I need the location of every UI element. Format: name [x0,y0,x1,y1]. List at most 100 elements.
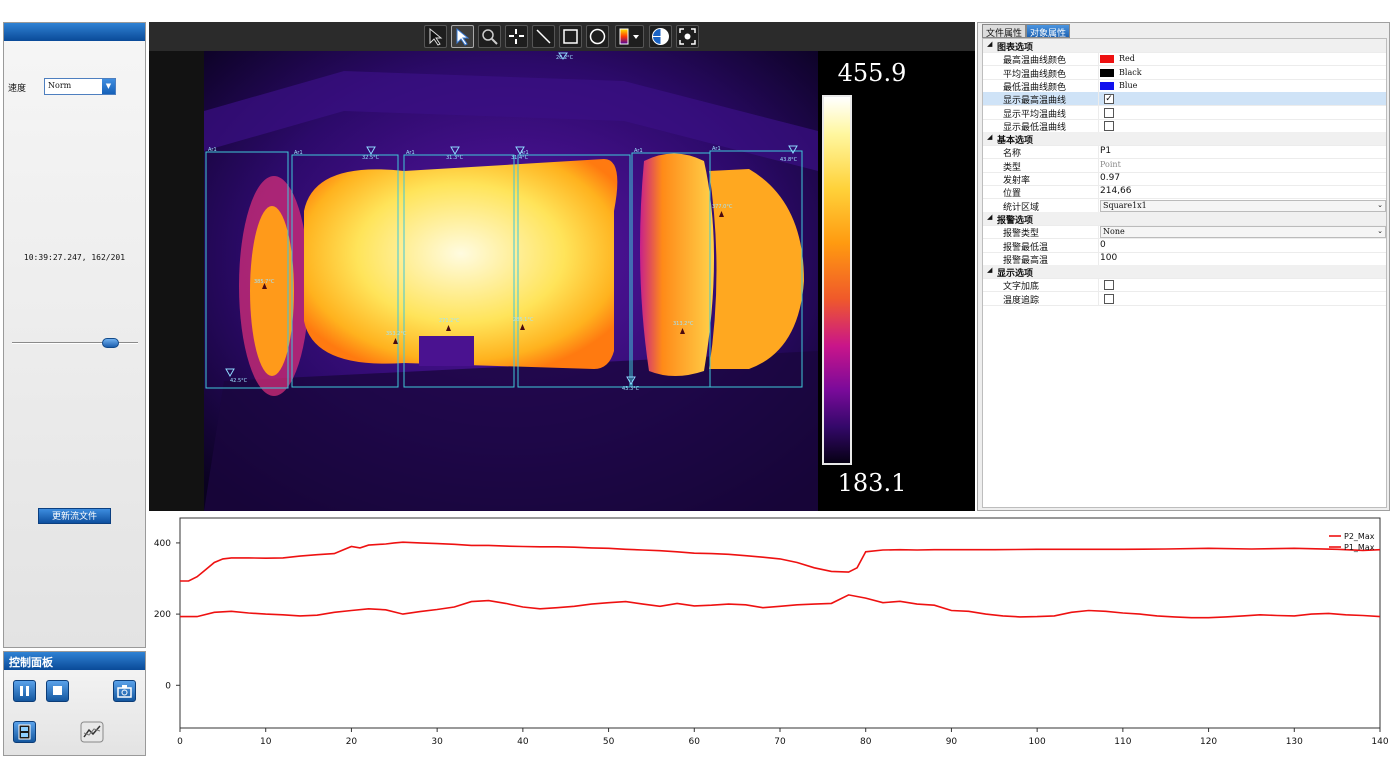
y-tick-label: 0 [165,681,171,691]
x-tick-label: 30 [431,737,443,747]
rectangle-tool-icon [563,29,578,44]
property-value[interactable]: P1 [1100,146,1111,156]
pan-tool[interactable] [505,25,528,48]
property-value[interactable]: 214,66 [1100,186,1132,196]
property-value[interactable]: 0 [1100,240,1106,250]
property-row[interactable]: 报警最低温 0 [983,238,1386,253]
property-checkbox[interactable] [1104,280,1114,291]
collapse-triangle-icon[interactable]: ◢ [987,133,992,141]
property-row[interactable]: 平均温曲线颜色 Black [983,65,1386,80]
pointer-select-tool[interactable] [451,25,474,48]
x-tick-label: 80 [860,737,872,747]
isotherm-tool[interactable] [649,25,672,48]
thermal-image-viewer[interactable]: 26.2°C 32.5°C 31.3°C 31.4°C 42.5°C 43.3°… [149,22,975,511]
property-row[interactable]: 报警类型 None ⌄ [983,225,1386,240]
chevron-down-icon[interactable]: ⌄ [1377,227,1383,235]
y-tick-label: 400 [154,539,171,549]
playback-slider-thumb[interactable] [102,338,120,348]
property-label: 平均温曲线颜色 [1003,69,1067,80]
property-row[interactable]: 最高温曲线颜色 Red [983,52,1386,67]
update-stream-file-button[interactable]: 更新流文件 [38,508,111,524]
zoom-tool[interactable] [478,25,501,48]
collapse-triangle-icon[interactable]: ◢ [987,40,992,48]
ellipse-tool[interactable] [586,25,609,48]
property-label: 位置 [1003,189,1022,200]
property-label: 最高温曲线颜色 [1003,56,1067,67]
color-swatch[interactable] [1100,81,1114,90]
color-swatch[interactable] [1100,55,1114,64]
property-row[interactable]: 文字加底 [983,278,1386,293]
property-value[interactable]: 100 [1100,253,1117,263]
property-dropdown[interactable]: Square1x1 ⌄ [1100,199,1386,212]
snapshot-button[interactable] [113,680,136,702]
tab-file-properties[interactable]: 文件属性 [982,24,1027,39]
record-film-button[interactable] [13,721,36,743]
fit-icon [679,28,696,45]
label-d: 42.5°C [230,378,248,384]
rectangle-tool[interactable] [559,25,582,48]
property-label: 温度追踪 [1003,295,1040,306]
property-value[interactable]: 0.97 [1100,173,1120,183]
pause-button[interactable] [13,680,36,702]
speed-label: 速度 [8,84,27,94]
speed-select[interactable]: Norm ▼ [44,78,116,95]
support-shadow [419,336,474,366]
trend-chart-button[interactable] [80,721,104,743]
property-row[interactable]: 最低温曲线颜色 Blue [983,78,1386,93]
region-label-ar4: Ar1 [520,150,529,156]
label-p3: 271.2°C [439,318,460,324]
property-checkbox[interactable]: ✓ [1104,94,1114,105]
property-category[interactable]: ◢ 图表选项 [983,39,1386,53]
property-row[interactable]: 名称 P1 [983,145,1386,160]
collapse-triangle-icon[interactable]: ◢ [987,266,992,274]
speed-select-value: Norm [48,81,72,90]
column-divider [1098,238,1099,253]
label-p2: 353.2°C [386,331,407,337]
thermal-image[interactable]: 26.2°C 32.5°C 31.3°C 31.4°C 42.5°C 43.3°… [204,51,818,511]
x-tick-label: 40 [517,737,529,747]
x-tick-label: 70 [774,737,786,747]
panel-header-bar [4,23,145,41]
chevron-down-icon[interactable]: ▼ [102,79,115,94]
label-a: 32.5°C [362,155,380,161]
playback-slider-track[interactable] [12,342,138,344]
x-tick-label: 90 [946,737,958,747]
region-label-ar2: Ar1 [294,150,303,156]
property-row[interactable]: 显示最低温曲线 [983,118,1386,133]
palette-dropdown[interactable] [615,25,644,48]
property-row[interactable]: 显示平均温曲线 [983,105,1386,120]
property-checkbox[interactable] [1104,293,1114,304]
arrow-select-tool[interactable] [424,25,447,48]
x-tick-label: 0 [177,737,183,747]
property-dropdown[interactable]: None ⌄ [1100,226,1386,239]
pan-icon [509,29,524,44]
region-label-ar6: Ar1 [712,146,721,152]
chevron-down-icon[interactable]: ⌄ [1377,201,1383,209]
property-category[interactable]: ◢ 基本选项 [983,132,1386,147]
property-category[interactable]: ◢ 报警选项 [983,211,1386,226]
y-tick-label: 200 [154,610,171,620]
property-label: 报警最高温 [1003,255,1049,266]
property-row[interactable]: 温度追踪 [983,291,1386,306]
collapse-triangle-icon[interactable]: ◢ [987,213,992,221]
property-row[interactable]: 显示最高温曲线 ✓ [983,92,1386,107]
x-tick-label: 50 [603,737,615,747]
viewer-toolbar [149,22,975,51]
x-tick-label: 110 [1114,737,1131,747]
property-row[interactable]: 统计区域 Square1x1 ⌄ [983,198,1386,213]
property-category[interactable]: ◢ 显示选项 [983,265,1386,280]
property-label: 显示最低温曲线 [1003,122,1067,133]
property-row[interactable]: 发射率 0.97 [983,172,1386,186]
line-tool[interactable] [532,25,555,48]
property-checkbox[interactable] [1104,107,1114,118]
fit-view-tool[interactable] [676,25,699,48]
property-label: 显示选项 [997,269,1034,280]
property-row[interactable]: 报警最高温 100 [983,251,1386,266]
scale-min-value: 183.1 [837,469,907,497]
color-swatch[interactable] [1100,68,1114,77]
property-row[interactable]: 位置 214,66 [983,185,1386,200]
property-row[interactable]: 类型 Point [983,158,1386,173]
stop-button[interactable] [46,680,69,702]
property-checkbox[interactable] [1104,120,1114,131]
tab-object-properties[interactable]: 对象属性 [1026,24,1071,39]
